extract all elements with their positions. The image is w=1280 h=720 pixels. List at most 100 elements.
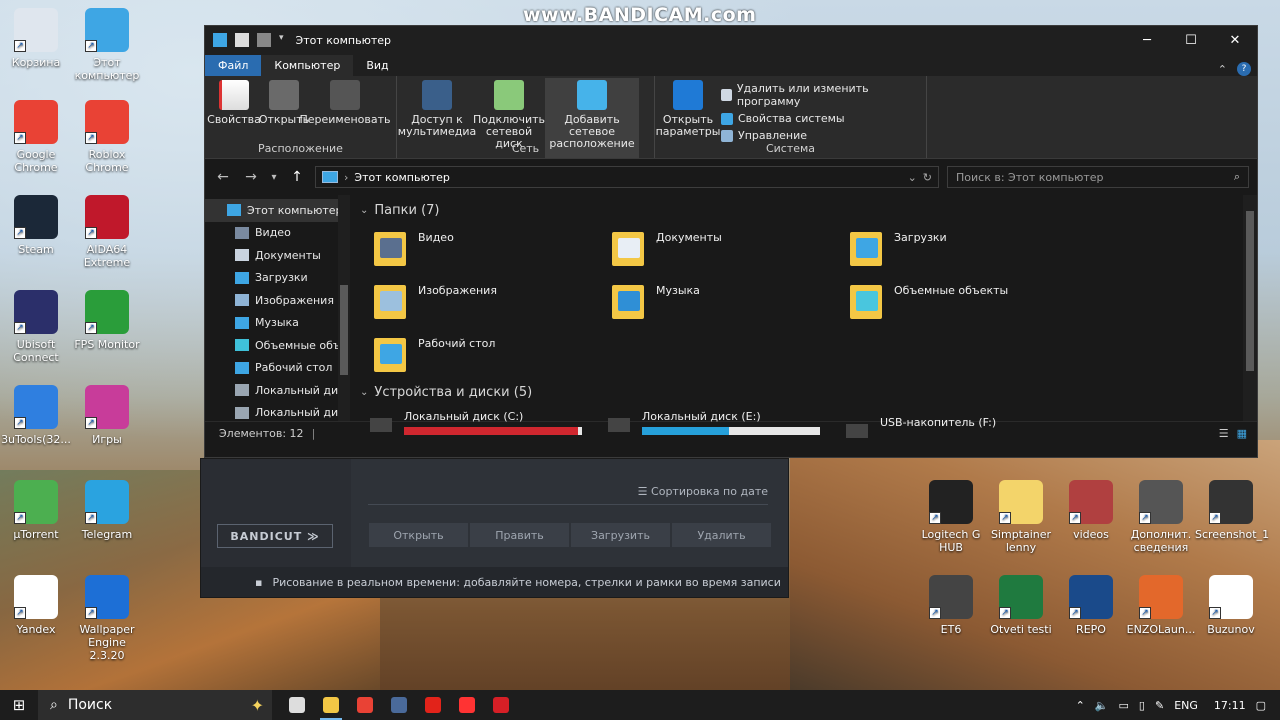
taskbar-search[interactable]: ⌕ Поиск ✦ [38,690,272,720]
taskbar-app-chrome[interactable] [348,690,382,720]
taskbar-app-task-view[interactable] [280,690,314,720]
close-button[interactable]: ✕ [1213,26,1257,54]
tray-overflow-icon[interactable]: ⌃ [1076,699,1085,712]
nav-scrollbar[interactable] [338,195,350,421]
nav-item[interactable]: Музыка [205,312,350,335]
drive-item[interactable]: Локальный диск (E:) [608,410,846,438]
desktop-icon[interactable]: ↗ Otveti testi [985,575,1057,636]
nav-item[interactable]: Рабочий стол [205,357,350,380]
battery-icon[interactable]: ▯ [1139,699,1145,712]
bandicam-delete-button[interactable]: Удалить [672,523,771,547]
pen-icon[interactable]: ✎ [1155,699,1164,712]
main-scrollbar[interactable] [1243,195,1257,421]
search-input[interactable]: Поиск в: Этот компьютер ⌕ [947,166,1249,188]
desktop-icon[interactable]: ↗ Wallpaper Engine 2.3.20 [71,575,143,662]
folder-item[interactable]: Объемные объекты [850,281,1088,325]
desktop-icon[interactable]: ↗ FPS Monitor [71,290,143,351]
notifications-icon[interactable]: ▢ [1256,699,1266,712]
bandicam-edit-button[interactable]: Править [470,523,569,547]
desktop-icon[interactable]: ↗ Roblox Chrome [71,100,143,174]
desktop-icon-label: Screenshot_1 [1195,528,1270,541]
desktop-icon[interactable]: ↗ videos [1055,480,1127,541]
taskbar-app-yandex[interactable] [416,690,450,720]
nav-item[interactable]: Документы [205,244,350,267]
desktop-icon[interactable]: ↗ Ubisoft Connect [0,290,72,364]
bandicam-open-button[interactable]: Открыть [369,523,468,547]
desktop-icon[interactable]: ↗ Steam [0,195,72,256]
desktop-icon[interactable]: ↗ Этот компьютер [71,8,143,82]
shortcut-arrow-icon: ↗ [1139,607,1151,619]
nav-scroll-thumb[interactable] [340,285,348,375]
maximize-button[interactable]: ☐ [1169,26,1213,54]
taskbar-app-explorer[interactable] [314,690,348,720]
volume-icon[interactable]: 🔈 [1095,699,1109,712]
bandicut-button[interactable]: BANDICUT ≫ [217,524,333,548]
refresh-icon[interactable]: ↻ [923,171,932,184]
drive-item[interactable]: Локальный диск (C:) [370,410,608,438]
recent-chevron-icon[interactable]: ▾ [269,172,279,183]
bandicam-upload-button[interactable]: Загрузить [571,523,670,547]
yandex-browser-icon [459,697,475,713]
collapse-ribbon-icon[interactable]: ⌃ [1218,63,1227,76]
desktop-icon[interactable]: ↗ ENZOLaun... [1125,575,1197,636]
main-scroll-thumb[interactable] [1246,211,1254,371]
help-icon[interactable]: ? [1237,62,1251,76]
desktop-icon[interactable]: ↗ Simptainer lenny [985,480,1057,554]
tab-view[interactable]: Вид [353,55,401,76]
tab-file[interactable]: Файл [205,55,262,76]
nav-item[interactable]: Изображения [205,289,350,312]
clock[interactable]: 17:11 [1214,699,1246,712]
desktop-icon[interactable]: ↗ ET6 [915,575,987,636]
desktop-icon[interactable]: ↗ Screenshot_1 [1195,480,1270,541]
desktop-icon[interactable]: ↗ 3uTools(32... [0,385,72,446]
folder-item[interactable]: Видео [374,228,612,272]
forward-arrow-icon[interactable]: → [241,169,261,185]
devices-section-header[interactable]: ⌄ Устройства и диски (5) [360,380,1257,404]
desktop-icon[interactable]: ↗ REPO [1055,575,1127,636]
new-folder-icon[interactable] [257,33,271,47]
start-button[interactable]: ⊞ [0,690,38,720]
nav-item[interactable]: Локальный диск [205,402,350,425]
desktop-icon[interactable]: ↗ Logitech G HUB [915,480,987,554]
taskbar-app-yandex-browser[interactable] [450,690,484,720]
nav-item[interactable]: Загрузки [205,267,350,290]
desktop-icon[interactable]: ↗ Yandex [0,575,72,636]
sort-by-date[interactable]: ☰ Сортировка по дате [368,485,768,505]
system-properties-button[interactable]: Свойства системы [721,112,916,125]
network-icon[interactable]: ▭ [1119,699,1129,712]
desktop-icon[interactable]: ↗ µTorrent [0,480,72,541]
desktop-icon[interactable]: ↗ AIDA64 Extreme [71,195,143,269]
folder-item[interactable]: Изображения [374,281,612,325]
drive-item[interactable]: USB-накопитель (F:) [846,416,1084,438]
up-arrow-icon[interactable]: ↑ [287,169,307,185]
taskbar-app-steam[interactable] [382,690,416,720]
nav-item[interactable]: Объемные объекты [205,334,350,357]
desktop-icon[interactable]: ↗ Дополнит. сведения [1125,480,1197,554]
folder-item[interactable]: Загрузки [850,228,1088,272]
desktop-icon[interactable]: ↗ Buzunov [1195,575,1267,636]
desktop-icon[interactable]: ↗ Telegram [71,480,143,541]
nav-item[interactable]: Локальный диск [205,379,350,402]
language-indicator[interactable]: ENG [1174,699,1198,712]
folders-section-header[interactable]: ⌄ Папки (7) [360,198,1257,222]
chevron-down-icon[interactable]: ▾ [279,33,284,47]
desktop-icon[interactable]: ↗ Google Chrome [0,100,72,174]
properties-icon[interactable] [235,33,249,47]
desktop-icon[interactable]: ↗ Корзина [0,8,72,69]
folder-item[interactable]: Документы [612,228,850,272]
desktop-icon[interactable]: ↗ Игры [71,385,143,446]
uninstall-program-button[interactable]: Удалить или изменить программу [721,82,916,108]
nav-item[interactable]: Этот компьютер [205,199,350,222]
folder-item[interactable]: Рабочий стол [374,334,612,378]
address-dropdown-icon[interactable]: ⌄ [908,171,917,184]
folder-item[interactable]: Музыка [612,281,850,325]
manage-button[interactable]: Управление [721,129,916,142]
tab-computer[interactable]: Компьютер [261,55,354,76]
open-settings-label: Открыть параметры [655,113,721,138]
system-properties-label: Свойства системы [738,112,845,125]
minimize-button[interactable]: ─ [1125,26,1169,54]
address-field[interactable]: › Этот компьютер ⌄ ↻ [315,166,939,188]
nav-item[interactable]: Видео [205,222,350,245]
back-arrow-icon[interactable]: ← [213,169,233,185]
taskbar-app-bandicam[interactable] [484,690,518,720]
